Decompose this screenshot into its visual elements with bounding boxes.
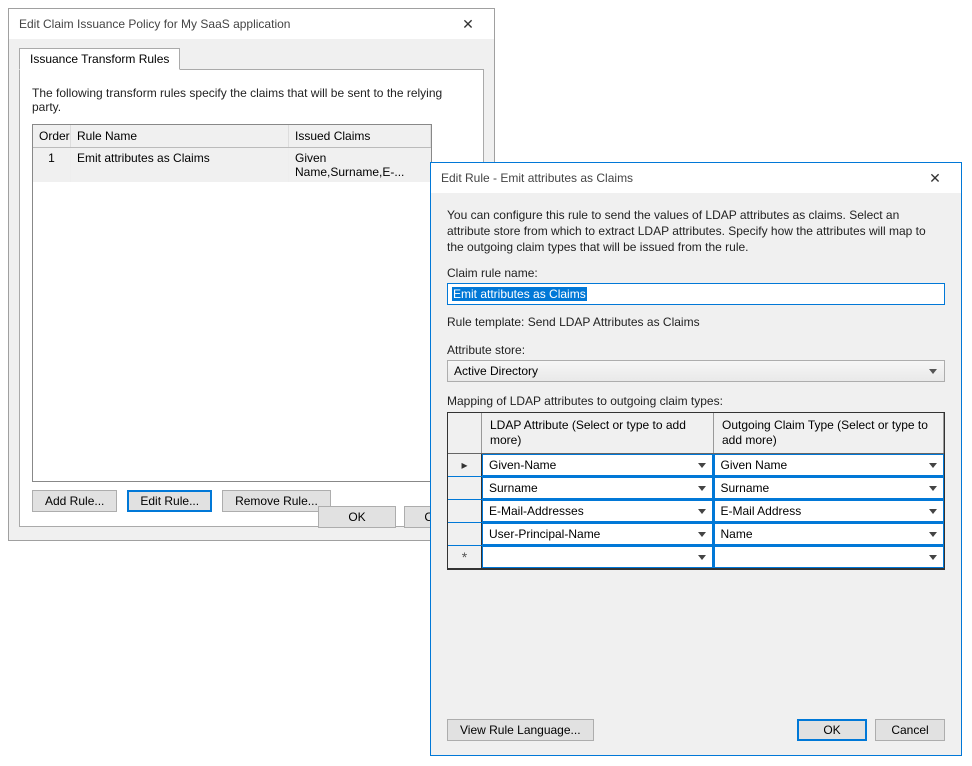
ldap-attr-select[interactable]: Given-Name — [482, 454, 713, 476]
ok-button[interactable]: OK — [797, 719, 867, 741]
row-selector-icon[interactable] — [448, 477, 482, 499]
ldap-attr-select[interactable]: User-Principal-Name — [482, 523, 713, 545]
label-mapping: Mapping of LDAP attributes to outgoing c… — [447, 394, 945, 408]
ok-button[interactable]: OK — [318, 506, 396, 528]
claim-type-select[interactable]: Given Name — [714, 454, 945, 476]
claim-type-select[interactable]: Surname — [714, 477, 945, 499]
edit-rule-window: Edit Rule - Emit attributes as Claims ✕ … — [430, 162, 962, 756]
view-rule-language-button[interactable]: View Rule Language... — [447, 719, 594, 741]
rules-table[interactable]: Order Rule Name Issued Claims 1 Emit att… — [32, 124, 432, 482]
rules-table-header: Order Rule Name Issued Claims — [33, 125, 431, 148]
edit-rule-titlebar: Edit Rule - Emit attributes as Claims ✕ — [431, 163, 961, 193]
col-outgoing-claim: Outgoing Claim Type (Select or type to a… — [714, 413, 944, 453]
label-attribute-store: Attribute store: — [447, 343, 945, 357]
edit-rule-button[interactable]: Edit Rule... — [127, 490, 212, 512]
edit-rule-title: Edit Rule - Emit attributes as Claims — [441, 171, 915, 185]
claim-type-select[interactable] — [714, 546, 945, 568]
row-header-corner — [448, 413, 482, 453]
cell-order: 1 — [33, 148, 71, 182]
rules-description: The following transform rules specify th… — [32, 86, 471, 114]
mapping-row[interactable]: Surname Surname — [448, 477, 944, 500]
edit-rule-intro: You can configure this rule to send the … — [447, 207, 945, 256]
new-row-icon[interactable]: * — [448, 546, 482, 568]
close-icon[interactable]: ✕ — [448, 11, 488, 37]
attribute-store-select[interactable]: Active Directory — [447, 360, 945, 382]
cancel-button[interactable]: Cancel — [875, 719, 945, 741]
mapping-row[interactable]: ▸ Given-Name Given Name — [448, 454, 944, 477]
mapping-row[interactable]: E-Mail-Addresses E-Mail Address — [448, 500, 944, 523]
col-ldap-attribute: LDAP Attribute (Select or type to add mo… — [482, 413, 714, 453]
col-rule-name: Rule Name — [71, 125, 289, 147]
mapping-new-row[interactable]: * — [448, 546, 944, 569]
row-selector-icon[interactable]: ▸ — [448, 454, 482, 476]
col-order: Order — [33, 125, 71, 147]
mapping-row[interactable]: User-Principal-Name Name — [448, 523, 944, 546]
ldap-attr-select[interactable]: E-Mail-Addresses — [482, 500, 713, 522]
ldap-attr-select[interactable]: Surname — [482, 477, 713, 499]
policy-titlebar: Edit Claim Issuance Policy for My SaaS a… — [9, 9, 494, 39]
cell-rule-name: Emit attributes as Claims — [71, 148, 289, 182]
label-rule-template: Rule template: Send LDAP Attributes as C… — [447, 315, 945, 329]
attribute-store-value: Active Directory — [454, 364, 538, 378]
claim-rule-name-value: Emit attributes as Claims — [452, 287, 587, 301]
col-issued-claims: Issued Claims — [289, 125, 431, 147]
close-icon[interactable]: ✕ — [915, 165, 955, 191]
tab-panel: The following transform rules specify th… — [19, 69, 484, 527]
tab-issuance-transform-rules[interactable]: Issuance Transform Rules — [19, 48, 180, 70]
cell-issued-claims: Given Name,Surname,E-... — [289, 148, 431, 182]
mapping-grid-header: LDAP Attribute (Select or type to add mo… — [448, 413, 944, 454]
remove-rule-button[interactable]: Remove Rule... — [222, 490, 331, 512]
label-claim-rule-name: Claim rule name: — [447, 266, 945, 280]
row-selector-icon[interactable] — [448, 523, 482, 545]
ldap-attr-select[interactable] — [482, 546, 713, 568]
policy-title: Edit Claim Issuance Policy for My SaaS a… — [19, 17, 448, 31]
claim-type-select[interactable]: Name — [714, 523, 945, 545]
policy-window: Edit Claim Issuance Policy for My SaaS a… — [8, 8, 495, 541]
mapping-grid: LDAP Attribute (Select or type to add mo… — [447, 412, 945, 570]
claim-rule-name-input[interactable]: Emit attributes as Claims — [447, 283, 945, 305]
row-selector-icon[interactable] — [448, 500, 482, 522]
table-row[interactable]: 1 Emit attributes as Claims Given Name,S… — [33, 148, 431, 182]
add-rule-button[interactable]: Add Rule... — [32, 490, 117, 512]
claim-type-select[interactable]: E-Mail Address — [714, 500, 945, 522]
